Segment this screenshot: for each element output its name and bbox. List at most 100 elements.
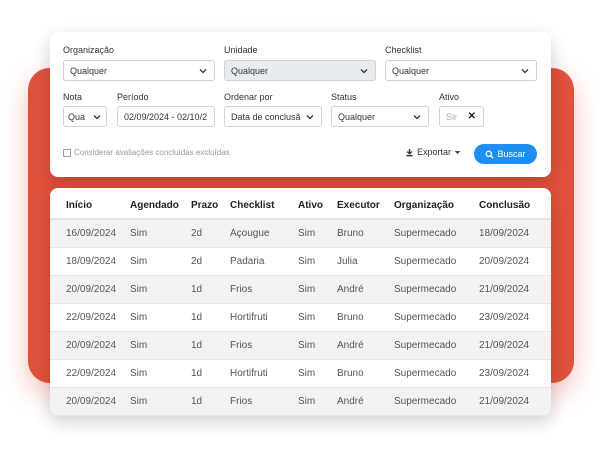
column-header-prazo[interactable]: Prazo [191,192,218,220]
unidade-select[interactable]: Qualquer [224,60,376,81]
cell-conclusao: 18/09/2024 [479,228,530,239]
cell-prazo: 1d [191,368,203,379]
table-row[interactable]: 20/09/2024 Sim 1d Frios Sim André Superm… [50,276,551,304]
cell-agendado: Sim [130,256,148,267]
cell-checklist: Frios [230,340,253,351]
cell-prazo: 2d [191,256,203,267]
export-label: Exportar [417,147,452,157]
table-row[interactable]: 22/09/2024 Sim 1d Hortifruti Sim Bruno S… [50,360,551,388]
cell-inicio: 22/09/2024 [66,368,117,379]
table-row[interactable]: 18/09/2024 Sim 2d Padaria Sim Julia Supe… [50,248,551,276]
cell-checklist: Hortifruti [230,368,268,379]
cell-conclusao: 21/09/2024 [479,340,530,351]
cell-inicio: 22/09/2024 [66,312,117,323]
chevron-down-icon [413,114,421,119]
cell-checklist: Hortifruti [230,312,268,323]
column-header-ativo[interactable]: Ativo [298,192,323,220]
cell-checklist: Frios [230,396,253,407]
column-header-checklist[interactable]: Checklist [230,192,274,220]
cell-inicio: 20/09/2024 [66,340,117,351]
chevron-down-icon [360,68,368,73]
cell-agendado: Sim [130,284,148,295]
ordenar-por-select[interactable]: Data de conclusã [224,106,322,127]
search-label: Buscar [497,149,526,159]
column-header-inicio[interactable]: Início [66,192,92,220]
cell-executor: Bruno [337,312,364,323]
table-row[interactable]: 16/09/2024 Sim 2d Açougue Sim Bruno Supe… [50,220,551,248]
cell-organizacao: Supermecado [394,284,457,295]
cell-prazo: 1d [191,312,203,323]
ordenar-por-label: Ordenar por [224,92,273,102]
export-button[interactable]: Exportar [405,147,461,157]
checklist-select[interactable]: Qualquer [385,60,537,81]
search-icon [486,150,495,159]
table-row[interactable]: 20/09/2024 Sim 1d Frios Sim André Superm… [50,388,551,416]
cell-prazo: 1d [191,284,203,295]
chevron-down-icon [521,68,529,73]
checklist-label: Checklist [385,45,422,55]
caret-down-icon [454,150,461,154]
cell-conclusao: 21/09/2024 [479,396,530,407]
cell-organizacao: Supermecado [394,312,457,323]
cell-checklist: Frios [230,284,253,295]
status-label: Status [331,92,357,102]
periodo-label: Período [117,92,149,102]
close-icon[interactable]: ✕ [468,111,476,122]
organizacao-select[interactable]: Qualquer [63,60,215,81]
download-icon [406,148,413,156]
cell-executor: Bruno [337,368,364,379]
cell-organizacao: Supermecado [394,340,457,351]
cell-executor: Bruno [337,228,364,239]
table-row[interactable]: 20/09/2024 Sim 1d Frios Sim André Superm… [50,332,551,360]
table-row[interactable]: 22/09/2024 Sim 1d Hortifruti Sim Bruno S… [50,304,551,332]
cell-ativo: Sim [298,396,316,407]
ativo-label: Ativo [439,92,460,102]
periodo-input[interactable]: 02/09/2024 - 02/10/2 [117,106,215,127]
cell-conclusao: 21/09/2024 [479,284,530,295]
cell-inicio: 20/09/2024 [66,284,117,295]
status-select[interactable]: Qualquer [331,106,429,127]
nota-select[interactable]: Qua [63,106,107,127]
cell-ativo: Sim [298,228,316,239]
search-button[interactable]: Buscar [474,144,537,164]
status-value: Qualquer [338,111,376,122]
cell-inicio: 20/09/2024 [66,396,117,407]
ativo-select[interactable]: Sir ✕ [439,106,484,127]
column-header-conclusao[interactable]: Conclusão [479,192,530,220]
cell-prazo: 1d [191,396,203,407]
cell-ativo: Sim [298,312,316,323]
include-deleted-checkbox-row[interactable]: Considerar avaliações concluídas excluíd… [63,148,230,157]
include-deleted-label: Considerar avaliações concluídas excluíd… [74,148,230,157]
organizacao-value: Qualquer [70,65,108,76]
cell-conclusao: 23/09/2024 [479,312,530,323]
cell-ativo: Sim [298,368,316,379]
cell-agendado: Sim [130,312,148,323]
ativo-value: Sir [446,111,457,122]
cell-checklist: Padaria [230,256,265,267]
cell-ativo: Sim [298,340,316,351]
cell-ativo: Sim [298,284,316,295]
periodo-value: 02/09/2024 - 02/10/2 [124,111,208,122]
cell-conclusao: 23/09/2024 [479,368,530,379]
cell-executor: Julia [337,256,358,267]
cell-organizacao: Supermecado [394,228,457,239]
column-header-organizacao[interactable]: Organização [394,192,454,220]
cell-inicio: 18/09/2024 [66,256,117,267]
cell-executor: André [337,284,364,295]
chevron-down-icon [93,114,101,119]
column-header-executor[interactable]: Executor [337,192,380,220]
unidade-label: Unidade [224,45,258,55]
nota-value: Qua [68,111,86,122]
cell-executor: André [337,340,364,351]
cell-organizacao: Supermecado [394,256,457,267]
unidade-value: Qualquer [231,65,269,76]
cell-conclusao: 20/09/2024 [479,256,530,267]
cell-organizacao: Supermecado [394,396,457,407]
cell-agendado: Sim [130,396,148,407]
column-header-agendado[interactable]: Agendado [130,192,179,220]
cell-agendado: Sim [130,228,148,239]
include-deleted-checkbox[interactable] [63,148,71,157]
checklist-value: Qualquer [392,65,430,76]
ordenar-por-value: Data de conclusã [231,111,301,122]
nota-label: Nota [63,92,83,102]
